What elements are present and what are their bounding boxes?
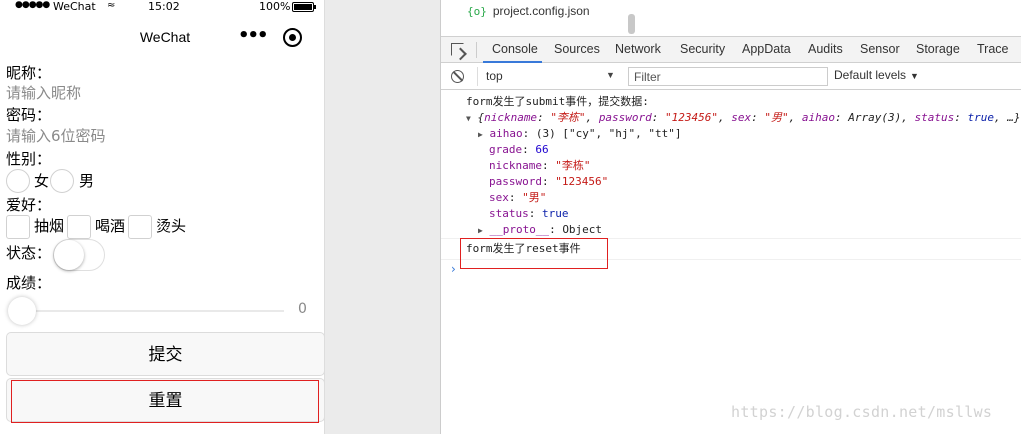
switch-knob — [54, 240, 84, 270]
hobby-option-drink: 喝酒 — [95, 217, 126, 235]
tab-trace[interactable]: Trace — [977, 42, 1009, 56]
submit-button[interactable]: 提交 — [6, 332, 324, 376]
gender-option-female: 女 — [34, 172, 50, 190]
navigation-bar: WeChat ••• — [0, 18, 324, 56]
console-prop-sex: sex: "男" — [489, 191, 547, 204]
watermark-url: https://blog.csdn.net/msllws — [731, 403, 993, 421]
carrier-name: WeChat — [53, 0, 96, 13]
tab-sensor[interactable]: Sensor — [860, 42, 900, 56]
levels-label: Default levels — [834, 68, 907, 82]
hobby-label: 爱好： — [6, 196, 52, 214]
filter-field[interactable] — [628, 67, 828, 86]
hobby-checkbox-smoke[interactable] — [6, 215, 30, 239]
tab-security[interactable]: Security — [680, 42, 725, 56]
devtools-panel: {o} project.config.json Console Sources N… — [440, 0, 1021, 434]
expand-triangle-icon[interactable]: ▶ — [478, 226, 483, 235]
context-value: top — [486, 69, 503, 83]
gender-radio-male[interactable] — [50, 169, 74, 193]
tab-divider — [476, 42, 477, 58]
console-prop-grade: grade: 66 — [489, 143, 549, 156]
hobby-checkbox-drink[interactable] — [67, 215, 91, 239]
nav-title: WeChat — [139, 29, 191, 45]
json-file-icon: {o} — [467, 5, 487, 18]
active-tab-indicator — [483, 61, 542, 63]
simulator-phone: ●●●●● WeChat ≈ 15:02 100% WeChat ••• 昵称：… — [0, 0, 325, 434]
console-prompt-icon[interactable]: › — [451, 262, 456, 276]
signal-icon: ●●●●● — [15, 0, 50, 10]
console-prop-nickname: nickname: "李栋" — [489, 159, 591, 172]
console-log-submit: form发生了submit事件，提交数据: — [466, 95, 649, 108]
file-tab-project-config[interactable]: {o} project.config.json — [467, 4, 590, 18]
battery-icon — [292, 2, 316, 12]
gender-option-male: 男 — [79, 172, 95, 190]
filter-input[interactable] — [629, 68, 825, 85]
close-capsule-icon[interactable] — [283, 28, 302, 47]
console-filterbar: top ▼ Default levels▼ — [441, 64, 1021, 90]
console-object-summary[interactable]: ▼ {nickname: "李栋", password: "123456", s… — [466, 110, 1021, 127]
tab-storage[interactable]: Storage — [916, 42, 960, 56]
password-input[interactable]: 请输入6位密码 — [6, 125, 106, 147]
editor-file-strip: {o} project.config.json — [441, 0, 1021, 36]
grade-label: 成绩： — [6, 274, 52, 292]
expand-triangle-icon[interactable]: ▶ — [478, 130, 483, 139]
levels-dropdown[interactable]: Default levels ▼ — [834, 68, 919, 82]
more-icon[interactable]: ••• — [238, 27, 268, 45]
wifi-icon: ≈ — [107, 0, 116, 11]
clear-console-icon[interactable] — [451, 70, 464, 83]
tab-sources[interactable]: Sources — [554, 42, 600, 56]
gender-label: 性别： — [6, 150, 52, 168]
file-tab-label: project.config.json — [492, 4, 590, 18]
grade-slider-value: 0 — [298, 301, 307, 317]
collapse-triangle-icon[interactable]: ▼ — [466, 114, 471, 123]
nickname-label: 昵称： — [6, 64, 52, 82]
grade-slider-track[interactable] — [22, 310, 284, 312]
hobby-option-perm: 烫头 — [156, 217, 187, 235]
dropdown-caret-icon: ▼ — [606, 70, 615, 80]
tab-network[interactable]: Network — [615, 42, 661, 56]
inspect-element-icon[interactable] — [451, 43, 464, 56]
context-select[interactable]: top ▼ — [477, 67, 617, 86]
tab-console[interactable]: Console — [492, 42, 538, 56]
devtools-tabbar: Console Sources Network Security AppData… — [441, 36, 1021, 63]
console-prop-proto[interactable]: ▶ __proto__: Object — [478, 222, 602, 239]
tab-audits[interactable]: Audits — [808, 42, 843, 56]
gender-radio-female[interactable] — [6, 169, 30, 193]
battery-percent: 100% — [259, 0, 291, 13]
levels-caret-icon: ▼ — [910, 71, 919, 81]
console-prop-status: status: true — [489, 207, 569, 220]
status-bar: ●●●●● WeChat ≈ 15:02 100% — [0, 0, 324, 14]
status-time: 15:02 — [148, 0, 180, 13]
nickname-input[interactable]: 请输入昵称 — [6, 82, 81, 104]
console-prop-password: password: "123456" — [489, 175, 609, 188]
editor-scrollbar[interactable] — [628, 14, 635, 34]
status-label: 状态： — [6, 244, 52, 262]
status-switch[interactable] — [53, 239, 105, 271]
reset-log-highlight-box — [460, 238, 608, 269]
grade-slider-thumb[interactable] — [8, 297, 36, 325]
tab-appdata[interactable]: AppData — [742, 42, 791, 56]
console-prop-aihao[interactable]: ▶ aihao: (3) ["cy", "hj", "tt"] — [478, 126, 682, 143]
reset-highlight-box — [11, 380, 319, 423]
password-label: 密码： — [6, 106, 52, 124]
panel-gap — [326, 0, 440, 434]
hobby-option-smoke: 抽烟 — [34, 217, 65, 235]
hobby-checkbox-perm[interactable] — [128, 215, 152, 239]
